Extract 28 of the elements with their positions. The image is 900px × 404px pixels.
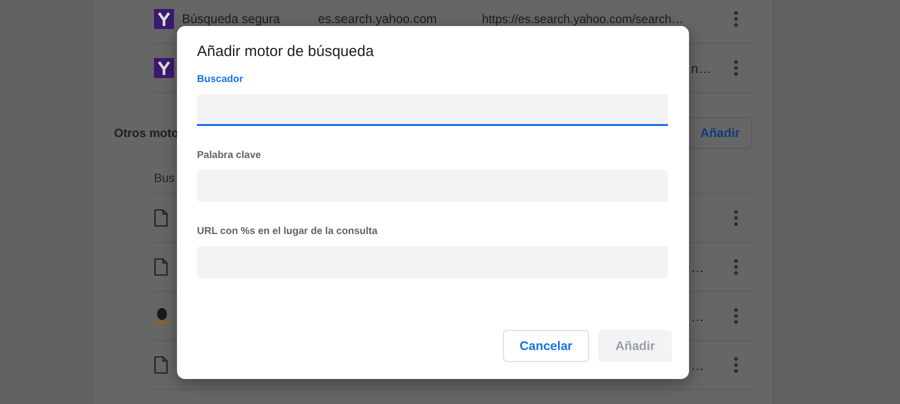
file-icon (154, 258, 168, 276)
engine-name: Búsqueda segura (182, 12, 281, 26)
engine-url: n… (691, 60, 712, 76)
section-title: Otros moto (114, 126, 179, 140)
add-button[interactable]: Añadir (688, 117, 752, 149)
engine-keyword: es.search.yahoo.com (318, 12, 438, 26)
file-icon (154, 209, 168, 227)
field-label: URL con %s en el lugar de la consulta (197, 226, 378, 238)
engine-url: https://es.search.yahoo.com/search… (482, 12, 684, 26)
more-icon[interactable] (734, 210, 738, 226)
more-icon[interactable] (734, 308, 738, 324)
dialog-title: Añadir motor de búsqueda (197, 43, 375, 61)
file-icon (154, 356, 168, 374)
cancel-button[interactable]: Cancelar (502, 330, 590, 362)
more-icon[interactable] (734, 357, 738, 373)
column-header: Bus (154, 171, 175, 185)
input-field[interactable] (197, 94, 668, 126)
field-label: Buscador (197, 74, 244, 86)
yahoo-logo-icon (154, 9, 174, 29)
more-icon[interactable] (734, 60, 738, 76)
amazon-logo-icon (154, 306, 172, 326)
engine-url: … (691, 358, 704, 372)
engine-url: … (691, 260, 704, 274)
field-label: Palabra clave (197, 150, 261, 162)
yahoo-logo-icon (154, 58, 174, 78)
more-icon[interactable] (734, 259, 738, 275)
engine-url: … (691, 308, 704, 324)
more-icon[interactable] (734, 11, 738, 27)
